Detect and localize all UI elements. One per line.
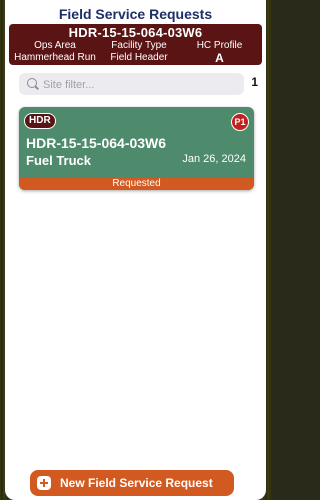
facility-type-badge: HDR	[24, 113, 56, 129]
status-badge: Requested	[19, 178, 254, 190]
results-count: 1	[251, 75, 258, 89]
header-values-row: Hammerhead Run Field Header A	[9, 51, 262, 65]
plus-icon	[37, 476, 51, 490]
request-site-id: HDR-15-15-064-03W6	[26, 135, 167, 151]
request-date: Jan 26, 2024	[182, 153, 246, 165]
header-labels-row: Ops Area Facility Type HC Profile	[9, 40, 262, 51]
hc-profile-label: HC Profile	[196, 40, 243, 51]
request-card[interactable]: HDR P1 HDR-15-15-064-03W6 Fuel Truck Jan…	[19, 107, 254, 190]
new-button-label: New Field Service Request	[60, 476, 213, 490]
ops-area-label: Ops Area	[34, 40, 76, 51]
new-field-service-request-button[interactable]: New Field Service Request	[30, 470, 234, 496]
ops-area-value: Hammerhead Run	[14, 52, 96, 63]
facility-type-label: Facility Type	[111, 40, 167, 51]
site-header-card: HDR-15-15-064-03W6 Ops Area Facility Typ…	[9, 24, 262, 65]
page-title: Field Service Requests	[58, 6, 213, 22]
search-icon	[27, 78, 37, 88]
site-id: HDR-15-15-064-03W6	[68, 25, 203, 40]
request-vehicle: Fuel Truck	[26, 153, 92, 168]
site-filter-search	[19, 73, 244, 95]
hc-profile-value: A	[215, 51, 224, 65]
site-filter-input[interactable]	[41, 76, 240, 94]
priority-badge: P1	[231, 113, 249, 131]
facility-type-value: Field Header	[110, 52, 168, 63]
modal-sheet: Field Service Requests HDR-15-15-064-03W…	[5, 0, 266, 500]
